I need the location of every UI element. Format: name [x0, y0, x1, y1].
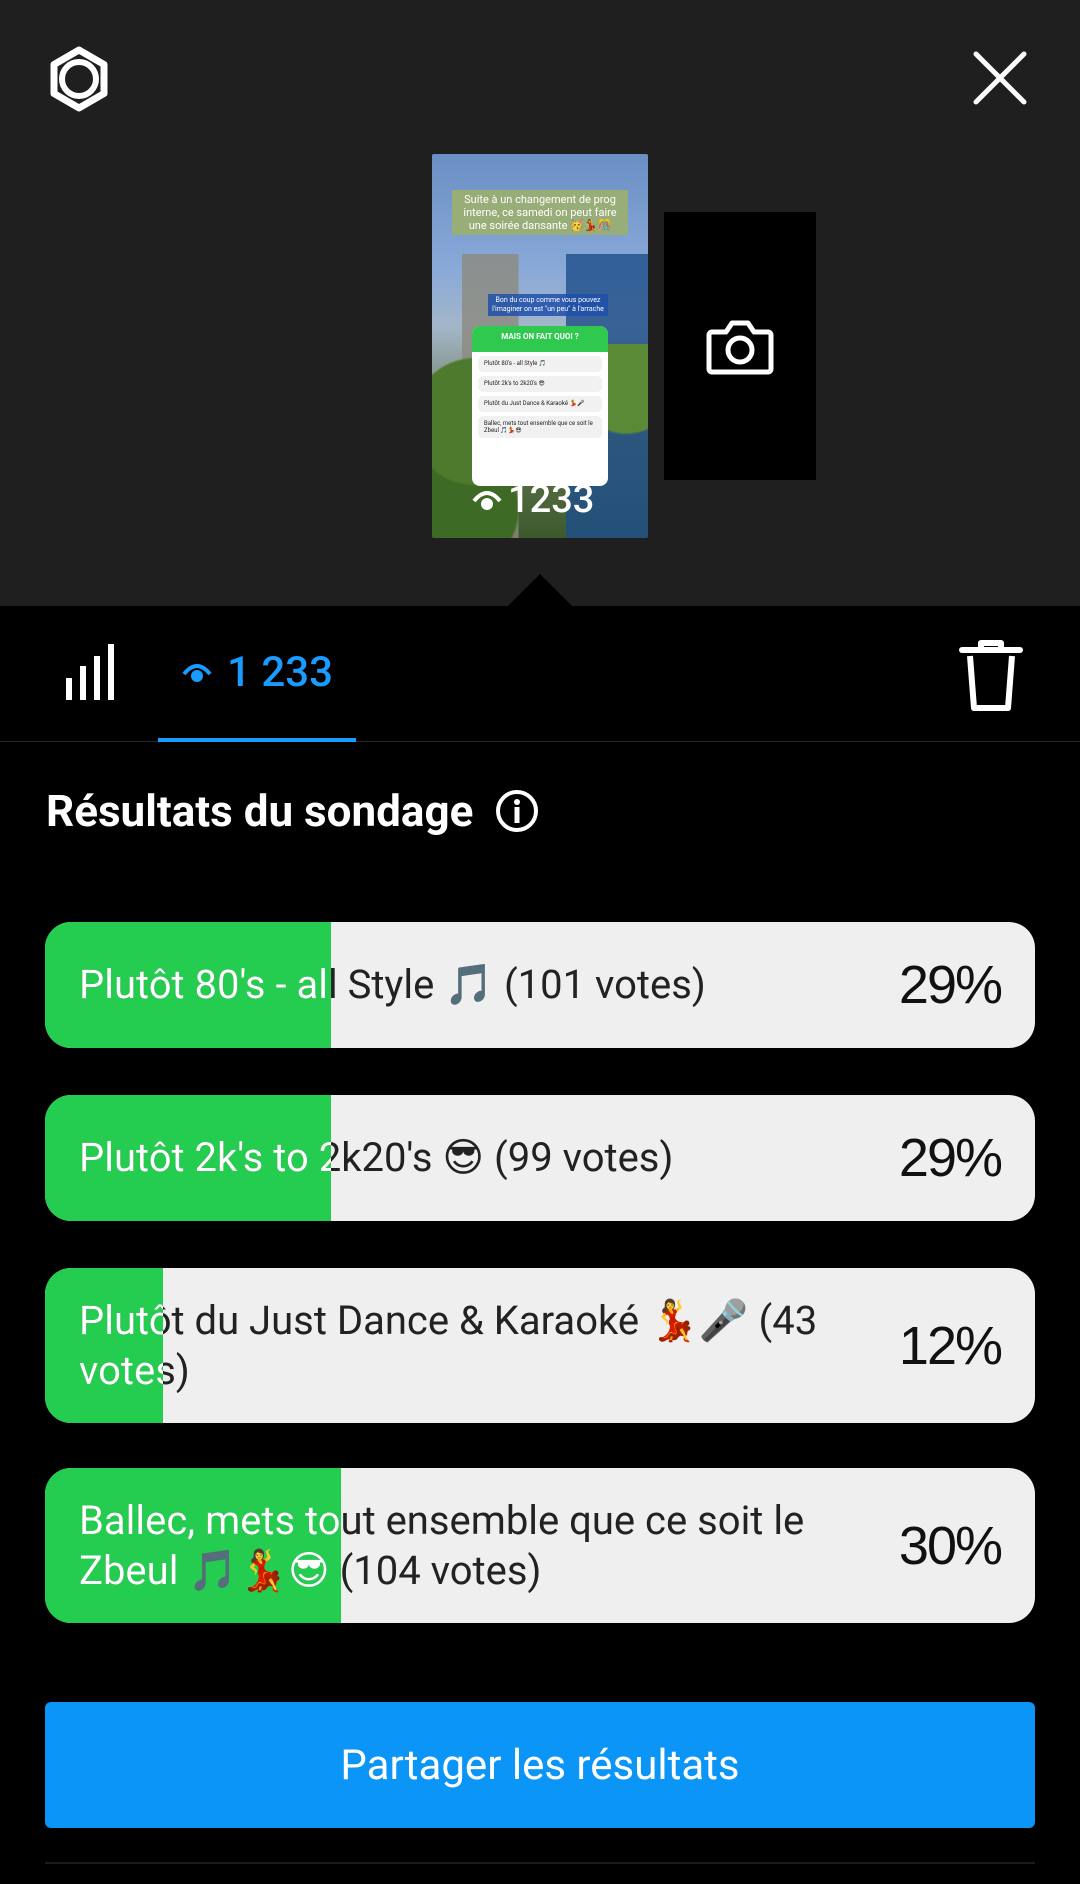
poll-option-label-overlay: Plutôt du Just Dance & Karaoké 💃🎤 (43 vo…	[79, 1296, 163, 1394]
story-view-count-value: 1233	[508, 478, 595, 522]
eye-icon	[472, 491, 502, 510]
settings-gear-icon[interactable]	[40, 40, 118, 118]
bar-chart-icon	[66, 644, 114, 700]
poll-option-percent: 30%	[898, 1515, 1003, 1576]
poll-option-percent: 29%	[898, 955, 1003, 1015]
divider	[45, 1862, 1035, 1864]
poll-option-result: Plutôt 2k's to 2k20's 😎 (99 votes) Plutô…	[45, 1095, 1035, 1221]
story-poll-option: Plutôt 2k's to 2k20's 😎	[478, 376, 602, 392]
story-poll-question: MAIS ON FAIT QUOI ?	[472, 326, 608, 352]
poll-option-result: Plutôt du Just Dance & Karaoké 💃🎤 (43 vo…	[45, 1268, 1035, 1423]
tab-viewers[interactable]: 1 233	[158, 606, 356, 742]
poll-option-label: Plutôt du Just Dance & Karaoké 💃🎤 (43 vo…	[79, 1296, 818, 1394]
poll-option-label-overlay: Plutôt 80's - all Style 🎵 (101 votes)	[79, 961, 331, 1008]
insights-tab-bar: 1 233	[0, 606, 1080, 742]
tab-stats[interactable]	[60, 642, 120, 706]
story-poll-option: Ballec, mets tout ensemble que ce soit l…	[478, 416, 602, 438]
poll-option-label-overlay: Ballec, mets tout ensemble que ce soit l…	[79, 1496, 341, 1594]
add-story-camera-button[interactable]	[664, 212, 816, 480]
poll-option-result: Plutôt 80's - all Style 🎵 (101 votes) Pl…	[45, 922, 1035, 1048]
story-poll-option: Plutôt du Just Dance & Karaoké 💃🎤	[478, 396, 602, 412]
poll-results-heading: Résultats du sondage	[46, 778, 539, 844]
info-icon[interactable]	[495, 789, 539, 833]
story-caption-secondary: Bon du coup comme vous pouvez l'imaginer…	[488, 294, 608, 316]
story-poll-option: Plutôt 80's - all Style 🎵	[478, 356, 602, 372]
viewers-count: 1 233	[227, 647, 333, 697]
selection-pointer	[508, 574, 572, 606]
poll-option-result: Ballec, mets tout ensemble que ce soit l…	[45, 1468, 1035, 1623]
page-title: Résultats du sondage	[46, 785, 474, 837]
story-view-count: 1233	[472, 478, 595, 522]
poll-option-label-overlay: Plutôt 2k's to 2k20's 😎 (99 votes)	[79, 1134, 331, 1181]
story-thumbnail[interactable]: Suite à un changement de prog interne, c…	[432, 154, 648, 538]
share-results-button[interactable]: Partager les résultats	[45, 1702, 1035, 1828]
delete-story-button[interactable]	[958, 638, 1024, 714]
poll-option-percent: 29%	[898, 1128, 1003, 1188]
story-poll-sticker: MAIS ON FAIT QUOI ? Plutôt 80's - all St…	[472, 326, 608, 486]
story-caption: Suite à un changement de prog interne, c…	[452, 190, 628, 235]
poll-option-percent: 12%	[898, 1315, 1003, 1376]
eye-icon	[182, 664, 212, 682]
trash-icon	[959, 640, 1023, 711]
camera-icon	[706, 320, 774, 375]
close-icon[interactable]	[964, 42, 1036, 114]
